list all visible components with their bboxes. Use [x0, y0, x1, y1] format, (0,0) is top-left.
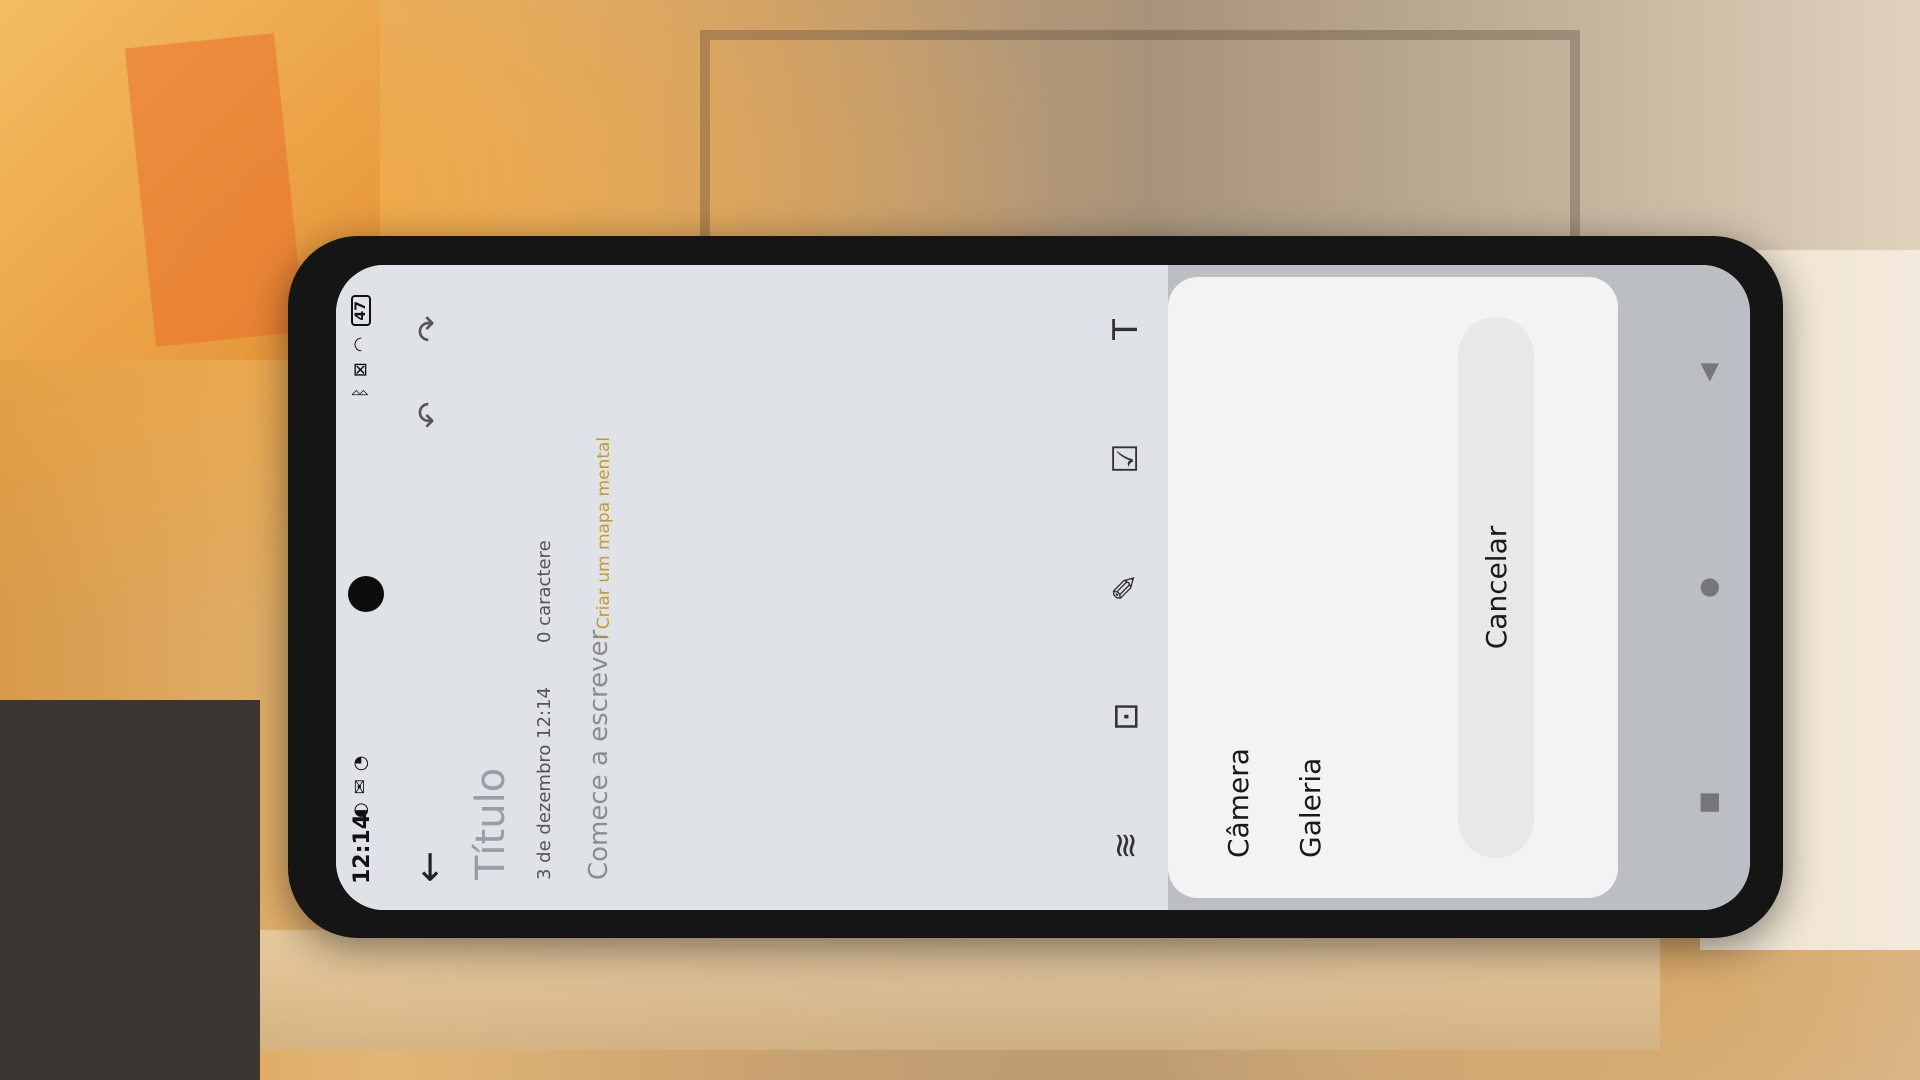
status-left-icons: ◐ ✉ ◔: [350, 755, 371, 818]
recents-square-icon[interactable]: ■: [1683, 778, 1733, 828]
background-table: [260, 930, 1660, 1050]
front-camera: [348, 576, 384, 612]
status-bar: 12:14 ◐ ✉ ◔ ᛒ ⊠ ◠ 47: [336, 265, 388, 910]
mail-icon: ✉: [350, 779, 371, 795]
mindmap-link[interactable]: ⁝ Criar um mapa mental: [594, 437, 614, 640]
battery-level: 47: [350, 295, 371, 327]
mindmap-icon: ⁝: [594, 629, 614, 640]
sync-icon: ◔: [350, 755, 371, 772]
image-source-sheet: Câmera Galeria Cancelar: [1168, 277, 1618, 898]
bluetooth-icon: ᛒ: [350, 387, 371, 399]
image-icon[interactable]: ⊡: [1096, 687, 1156, 747]
note-meta: 3 de dezembro 12:14 0 caractere: [534, 540, 555, 880]
system-nav-bar: ■ ● ◀: [1666, 265, 1750, 910]
status-right-icons: ᛒ ⊠ ◠ 47: [350, 295, 371, 398]
text-format-icon[interactable]: T: [1096, 300, 1156, 360]
handwriting-icon[interactable]: ✎: [1096, 558, 1156, 618]
background-red-box: [124, 32, 306, 348]
wifi-icon: ◠: [350, 336, 371, 353]
note-top-bar: ← ↶ ↷: [392, 265, 462, 910]
cancel-button[interactable]: Cancelar: [1458, 317, 1534, 858]
phone-screen: 12:14 ◐ ✉ ◔ ᛒ ⊠ ◠ 47 ← ↶ ↷ Título 3 de d…: [336, 265, 1750, 910]
gallery-option[interactable]: Galeria: [1294, 758, 1327, 858]
notification-icon: ◐: [350, 802, 371, 818]
notes-app-ui: 12:14 ◐ ✉ ◔ ᛒ ⊠ ◠ 47 ← ↶ ↷ Título 3 de d…: [336, 265, 1750, 910]
background-window-frame: [700, 30, 1580, 250]
redo-icon[interactable]: ↷: [404, 304, 454, 354]
home-circle-icon[interactable]: ●: [1683, 563, 1733, 613]
editor-toolbar: ≋ ⊡ ✎ ☑ T: [1084, 265, 1168, 910]
note-char-count: 0 caractere: [534, 540, 555, 643]
back-triangle-icon[interactable]: ◀: [1683, 348, 1733, 398]
checklist-icon[interactable]: ☑: [1096, 429, 1156, 489]
note-body-field[interactable]: Comece a escrever: [584, 630, 614, 880]
status-time: 12:14: [350, 813, 375, 884]
note-title-field[interactable]: Título: [468, 768, 514, 880]
sim-off-icon: ⊠: [350, 362, 371, 378]
audio-wave-icon[interactable]: ≋: [1096, 816, 1156, 876]
background-dark-block: [0, 700, 260, 1080]
back-arrow-icon[interactable]: ←: [404, 842, 454, 892]
undo-icon[interactable]: ↶: [404, 390, 454, 440]
camera-option[interactable]: Câmera: [1222, 748, 1255, 858]
note-date: 3 de dezembro 12:14: [534, 687, 555, 880]
